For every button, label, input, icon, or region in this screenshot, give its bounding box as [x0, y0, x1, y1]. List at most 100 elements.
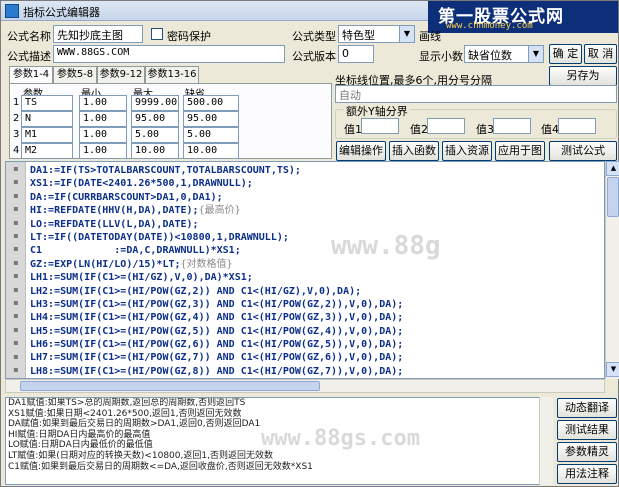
line-marker: ▪ [13, 311, 19, 321]
formula-desc-field[interactable]: WWW.88GS.COM [53, 45, 285, 63]
line-marker: ▪ [13, 177, 19, 187]
param-row-index: 4 [13, 145, 20, 156]
line-marker: ▪ [13, 284, 19, 294]
param-max-field[interactable]: 9999.00 [131, 95, 179, 111]
scroll-thumb[interactable] [607, 177, 619, 217]
param-row-index: 1 [13, 97, 20, 108]
version-field[interactable]: 0 [338, 45, 374, 63]
code-line[interactable]: LO:=REFDATE(LLV(L,DA),DATE); [30, 218, 602, 231]
code-comment: {最高价} [198, 205, 241, 217]
insert-resource-button[interactable]: 插入资源 [442, 141, 492, 161]
translation-line: HI赋值:日期DA日内最高价的最高值 [8, 429, 151, 440]
chevron-down-icon: ▼ [399, 26, 414, 42]
decimal-select[interactable]: 缺省位数 ▼ [464, 45, 544, 63]
cancel-button[interactable]: 取 消 [584, 44, 617, 64]
formula-name-field[interactable]: 先知抄底主图 [53, 25, 143, 43]
code-line[interactable]: HI:=REFDATE(HHV(H,DA),DATE);{最高价} [30, 204, 602, 217]
test-formula-button[interactable]: 测试公式 [549, 141, 617, 161]
insert-function-button[interactable]: 插入函数 [389, 141, 439, 161]
translation-line: XS1赋值:如果日期<2401.26*500,返回1,否则返回无效数 [8, 408, 242, 419]
param-min-field[interactable]: 1.00 [79, 143, 127, 159]
password-checkbox[interactable] [151, 28, 163, 40]
hscroll-thumb[interactable] [20, 381, 320, 391]
code-line[interactable]: C1 :=DA,C,DRAWNULL)*XS1; [30, 244, 602, 257]
code-line[interactable]: DA1:=IF(TS>TOTALBARSCOUNT,TOTALBARSCOUNT… [30, 164, 602, 177]
line-marker: ▪ [13, 351, 19, 361]
code-statement: LH3:=SUM(IF(C1>=(HI/POW(GZ,3)) AND C1<(H… [30, 298, 404, 310]
code-line[interactable]: DA:=IF(CURRBARSCOUNT>DA1,0,DA1); [30, 191, 602, 204]
code-line[interactable]: GZ:=EXP(LN(HI/LO)/15)*LT;{对数格值} [30, 258, 602, 271]
param-name-field[interactable]: M2 [21, 143, 73, 159]
code-line[interactable]: XS1:=IF(DATE<2401.26*500,1,DRAWNULL); [30, 177, 602, 190]
code-editor[interactable]: ▪▪▪▪▪▪▪▪▪▪▪▪▪▪▪▪▪▪ DA1:=IF(TS>TOTALBARSC… [5, 161, 605, 379]
formula-type-select[interactable]: 特色型 ▼ [338, 25, 415, 43]
value1-field[interactable] [361, 118, 399, 134]
edit-operation-button[interactable]: 编辑操作 [336, 141, 386, 161]
param-name-field[interactable]: N [21, 111, 73, 127]
param-wizard-button[interactable]: 参数精灵 [557, 442, 617, 462]
code-statement: XS1:=IF(DATE<2401.26*500,1,DRAWNULL); [30, 178, 253, 190]
param-max-field[interactable]: 10.00 [131, 143, 179, 159]
coord-field[interactable]: 自动 [335, 85, 617, 103]
line-marker: ▪ [13, 164, 19, 173]
code-line[interactable]: LH8:=SUM(IF(C1>=(HI/POW(GZ,8)) AND C1<(H… [30, 365, 602, 378]
param-min-field[interactable]: 1.00 [79, 95, 127, 111]
translation-line: C1赋值:如果到最后交易日的周期数<=DA,返回收盘价,否则返回无效数*XS1 [8, 461, 313, 472]
ok-button[interactable]: 确 定 [549, 44, 582, 64]
editor-horizontal-scrollbar[interactable] [5, 379, 605, 393]
line-marker: ▪ [13, 231, 19, 240]
param-row-index: 3 [13, 129, 20, 140]
chevron-down-icon: ▼ [528, 46, 543, 62]
password-label: 密码保护 [167, 30, 211, 43]
value2-label: 值2 [410, 123, 428, 136]
param-name-field[interactable]: TS [21, 95, 73, 111]
param-min-field[interactable]: 1.00 [79, 111, 127, 127]
tab-params-5-8[interactable]: 参数5-8 [53, 66, 97, 83]
code-statement: LH7:=SUM(IF(C1>=(HI/POW(GZ,7)) AND C1<(H… [30, 352, 404, 364]
save-as-button[interactable]: 另存为 [549, 66, 617, 86]
apply-to-chart-button[interactable]: 应用于图 [495, 141, 545, 161]
value4-field[interactable] [558, 118, 596, 134]
test-result-button[interactable]: 测试结果 [557, 420, 617, 440]
value3-field[interactable] [493, 118, 531, 134]
code-line[interactable]: LH4:=SUM(IF(C1>=(HI/POW(GZ,4)) AND C1<(H… [30, 311, 602, 324]
code-comment: {对数格值} [180, 258, 233, 270]
value1-label: 值1 [344, 123, 362, 136]
code-line[interactable]: LH6:=SUM(IF(C1>=(HI/POW(GZ,6)) AND C1<(H… [30, 338, 602, 351]
scroll-down-icon[interactable]: ▼ [606, 362, 619, 377]
param-row-index: 2 [13, 113, 20, 124]
code-line[interactable]: LH3:=SUM(IF(C1>=(HI/POW(GZ,3)) AND C1<(H… [30, 298, 602, 311]
scroll-up-icon[interactable]: ▲ [606, 161, 619, 176]
code-line[interactable]: LH2:=SUM(IF(C1>=(HI/POW(GZ,2)) AND C1<(H… [30, 285, 602, 298]
param-max-field[interactable]: 5.00 [131, 127, 179, 143]
param-max-field[interactable]: 95.00 [131, 111, 179, 127]
desc-label: 公式描述 [7, 50, 51, 63]
brand-url: www.chnmoney.com [446, 21, 533, 31]
tab-params-13-16[interactable]: 参数13-16 [145, 66, 199, 83]
code-line[interactable]: LT:=IF((DATETODAY(DATE))<10800,1,DRAWNUL… [30, 231, 602, 244]
code-line[interactable]: LH1:=SUM(IF(C1>=(HI/GZ),V,0),DA)*XS1; [30, 271, 602, 284]
draw-method-label: 画线 [419, 30, 441, 43]
usage-notes-button[interactable]: 用法注释 [557, 464, 617, 484]
param-default-field[interactable]: 500.00 [183, 95, 239, 111]
line-marker: ▪ [13, 190, 19, 200]
tab-params-9-12[interactable]: 参数9-12 [97, 66, 145, 83]
param-default-field[interactable]: 10.00 [183, 143, 239, 159]
version-label: 公式版本 [292, 50, 336, 63]
code-statement: LH1:=SUM(IF(C1>=(HI/GZ),V,0),DA)*XS1; [30, 272, 253, 284]
value2-field[interactable] [427, 118, 465, 134]
dynamic-translate-button[interactable]: 动态翻译 [557, 398, 617, 418]
code-line[interactable]: LH7:=SUM(IF(C1>=(HI/POW(GZ,7)) AND C1<(H… [30, 351, 602, 364]
code-statement: LH5:=SUM(IF(C1>=(HI/POW(GZ,5)) AND C1<(H… [30, 325, 404, 337]
code-statement: DA1:=IF(TS>TOTALBARSCOUNT,TOTALBARSCOUNT… [30, 165, 301, 176]
param-min-field[interactable]: 1.00 [79, 127, 127, 143]
editor-vertical-scrollbar[interactable]: ▲ ▼ [605, 161, 619, 379]
info-scrollbar[interactable] [539, 397, 553, 485]
code-text[interactable]: DA1:=IF(TS>TOTALBARSCOUNT,TOTALBARSCOUNT… [30, 164, 602, 378]
formula-editor-window: 指标公式编辑器 第一股票公式网 www.chnmoney.com 公式名称 先知… [0, 0, 619, 487]
param-default-field[interactable]: 5.00 [183, 127, 239, 143]
param-default-field[interactable]: 95.00 [183, 111, 239, 127]
code-line[interactable]: LH5:=SUM(IF(C1>=(HI/POW(GZ,5)) AND C1<(H… [30, 325, 602, 338]
line-gutter: ▪▪▪▪▪▪▪▪▪▪▪▪▪▪▪▪▪▪ [6, 162, 26, 378]
param-name-field[interactable]: M1 [21, 127, 73, 143]
